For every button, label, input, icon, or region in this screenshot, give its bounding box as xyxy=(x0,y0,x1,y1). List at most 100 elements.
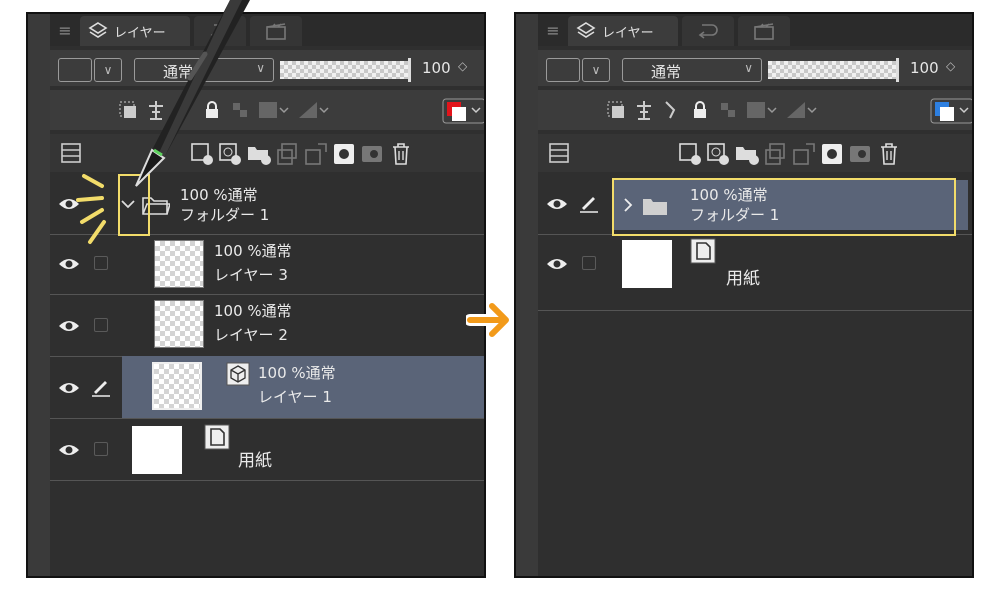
eye-icon[interactable] xyxy=(58,256,80,272)
layer-color-swatch-icon[interactable] xyxy=(930,98,974,124)
layer-color-box[interactable] xyxy=(546,58,580,82)
reference-icon[interactable] xyxy=(632,98,656,122)
edit-target-box[interactable] xyxy=(582,256,596,270)
layer-panel-after: ≡ レイヤー ∨ 通常 ∨ 100 ◇ 100 %通常 フォルダー 1 用紙 xyxy=(514,12,974,578)
edit-target-box[interactable] xyxy=(94,442,108,456)
layer-color-dropdown[interactable]: ∨ xyxy=(582,58,610,82)
pen-icon[interactable] xyxy=(90,376,112,398)
merge-layer-icon[interactable] xyxy=(792,142,816,166)
opacity-spinner-icon[interactable]: ◇ xyxy=(946,59,955,73)
layer-property-toolbar xyxy=(50,90,484,130)
blend-mode-value: 通常 xyxy=(651,63,682,81)
layer-row[interactable]: 100 %通常 レイヤー 3 xyxy=(50,234,484,295)
layer-info: 100 %通常 xyxy=(214,302,292,320)
blend-opacity-row: ∨ 通常 ∨ 100 ◇ xyxy=(50,50,484,86)
layer-info: 100 %通常 xyxy=(214,242,292,260)
copy-layer-icon[interactable] xyxy=(764,142,788,166)
layers-icon xyxy=(576,22,596,38)
mask-layer-icon[interactable] xyxy=(848,142,874,166)
merge-layer-icon[interactable] xyxy=(304,142,328,166)
new-vector-layer-icon[interactable] xyxy=(706,142,730,166)
paper-icon xyxy=(204,424,230,450)
tab-layers[interactable]: レイヤー xyxy=(568,16,678,46)
3d-cube-icon xyxy=(226,362,250,386)
new-raster-layer-icon[interactable] xyxy=(678,142,702,166)
panel-menu-icon[interactable]: ≡ xyxy=(542,16,564,46)
opacity-spinner-icon[interactable]: ◇ xyxy=(458,59,467,73)
clapperboard-icon xyxy=(754,23,774,40)
opacity-value[interactable]: 100 xyxy=(422,59,451,77)
layer-thumbnail xyxy=(154,300,204,348)
draft-icon[interactable] xyxy=(660,98,684,122)
layer-row[interactable]: 100 %通常 レイヤー 2 xyxy=(50,294,484,357)
arrow-right-icon xyxy=(466,300,512,340)
ruler-icon[interactable] xyxy=(784,98,818,122)
layer-settings-icon[interactable] xyxy=(60,142,82,164)
tab-animation[interactable] xyxy=(738,16,790,46)
paper-icon xyxy=(690,238,716,264)
layer-row-folder[interactable]: 100 %通常 フォルダー 1 xyxy=(50,176,484,235)
layer-row-selected[interactable]: 100 %通常 レイヤー 1 xyxy=(50,356,484,419)
layer-name: 用紙 xyxy=(726,269,760,289)
layer-color-box[interactable] xyxy=(58,58,92,82)
blend-mode-select[interactable]: 通常 ∨ xyxy=(622,58,762,82)
layer-color-swatch-icon[interactable] xyxy=(442,98,486,124)
layer-name: レイヤー 1 xyxy=(258,388,332,406)
layer-name: フォルダー 1 xyxy=(180,206,270,224)
layer-color-dropdown[interactable]: ∨ xyxy=(94,58,122,82)
stylus-icon xyxy=(135,0,250,187)
layer-settings-icon[interactable] xyxy=(548,142,570,164)
tab-bar: ≡ レイヤー xyxy=(538,14,972,46)
panel-sidebar xyxy=(28,14,50,576)
panel-menu-icon[interactable]: ≡ xyxy=(54,16,76,46)
layer-thumbnail xyxy=(154,240,204,288)
tab-history[interactable] xyxy=(682,16,734,46)
layer-name: レイヤー 2 xyxy=(214,326,288,344)
new-folder-icon[interactable] xyxy=(734,142,760,166)
apply-mask-icon[interactable] xyxy=(332,142,356,166)
blend-opacity-row: ∨ 通常 ∨ 100 ◇ xyxy=(538,50,972,86)
apply-mask-icon[interactable] xyxy=(820,142,844,166)
layer-actions-toolbar xyxy=(50,134,484,172)
opacity-slider-thumb[interactable] xyxy=(896,58,899,82)
opacity-slider[interactable] xyxy=(280,58,411,82)
layer-row-paper[interactable]: 用紙 xyxy=(538,234,972,311)
eye-icon[interactable] xyxy=(546,256,568,272)
chevron-down-icon: ∨ xyxy=(744,61,753,75)
undo-icon xyxy=(698,24,718,39)
layers-icon xyxy=(88,22,108,38)
mask-icon[interactable] xyxy=(256,98,290,122)
emphasis-lines xyxy=(76,174,106,244)
layer-name: 用紙 xyxy=(238,451,272,471)
tab-bar: ≡ レイヤー xyxy=(50,14,484,46)
eye-icon[interactable] xyxy=(546,196,568,212)
opacity-value[interactable]: 100 xyxy=(910,59,939,77)
eye-icon[interactable] xyxy=(58,442,80,458)
mask-icon[interactable] xyxy=(744,98,778,122)
pen-icon[interactable] xyxy=(578,192,600,214)
layer-info: 100 %通常 xyxy=(258,364,336,382)
panel-sidebar xyxy=(516,14,538,576)
layer-name: レイヤー 3 xyxy=(214,266,288,284)
opacity-slider-thumb[interactable] xyxy=(408,58,411,82)
copy-layer-icon[interactable] xyxy=(276,142,300,166)
mask-layer-icon[interactable] xyxy=(360,142,386,166)
layer-list: 100 %通常 フォルダー 1 100 %通常 レイヤー 3 100 %通常 レ… xyxy=(50,176,484,576)
clapperboard-icon xyxy=(266,23,286,40)
lock-icon[interactable] xyxy=(688,98,712,122)
layer-thumbnail xyxy=(152,362,202,410)
eye-icon[interactable] xyxy=(58,380,80,396)
paper-thumbnail xyxy=(132,426,182,474)
lock-transparency-icon[interactable] xyxy=(716,98,740,122)
layer-row-paper[interactable]: 用紙 xyxy=(50,418,484,481)
trash-icon[interactable] xyxy=(878,142,900,166)
tab-layers-label: レイヤー xyxy=(602,26,654,41)
edit-target-box[interactable] xyxy=(94,256,108,270)
ruler-icon[interactable] xyxy=(296,98,330,122)
trash-icon[interactable] xyxy=(390,142,412,166)
layer-actions-toolbar xyxy=(538,134,972,172)
eye-icon[interactable] xyxy=(58,318,80,334)
opacity-slider[interactable] xyxy=(768,58,899,82)
clip-icon[interactable] xyxy=(604,98,628,122)
edit-target-box[interactable] xyxy=(94,318,108,332)
